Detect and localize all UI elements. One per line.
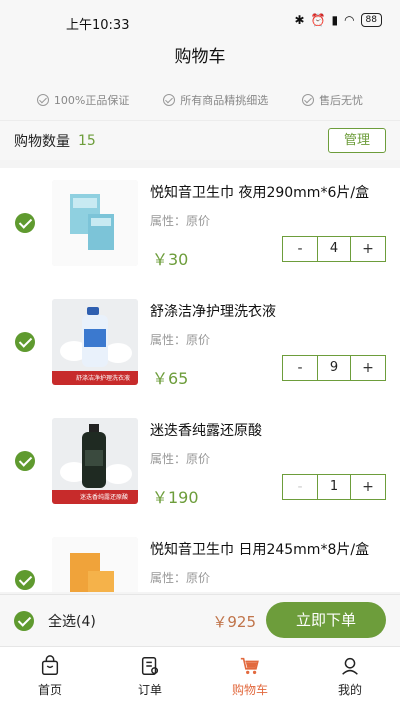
product-image[interactable]: 迷迭香纯露还原酸 — [52, 418, 138, 504]
item-price: ￥65 — [152, 369, 189, 388]
item-name: 迷迭香纯露还原酸 — [150, 423, 262, 439]
cart-item: 悦知音卫生巾 夜用290mm*6片/盒 属性：原价 ￥30 - 4 + — [0, 168, 400, 287]
cart-count-bar: 购物数量 15 管理 — [0, 120, 400, 160]
check-circle-icon — [302, 94, 315, 106]
cart-item: 舒涤洁净护理洗衣液 舒涤洁净护理洗衣液 属性：原价 ￥65 - 9 + — [0, 287, 400, 406]
item-name: 悦知音卫生巾 日用245mm*8片/盒 — [150, 542, 370, 558]
cart-icon — [240, 657, 259, 675]
guarantee-label: 所有商品精挑细选 — [180, 94, 269, 107]
item-price: ￥190 — [152, 488, 199, 507]
signal-icon: ▮ — [331, 13, 339, 27]
page-title: 购物车 — [0, 44, 400, 80]
item-checkbox[interactable] — [15, 570, 35, 590]
product-image-caption: 迷迭香纯露还原酸 — [80, 494, 129, 501]
bag-icon — [41, 655, 59, 675]
quantity-stepper: - 1 + — [282, 474, 386, 500]
guarantee-item: 所有商品精挑细选 — [163, 92, 268, 108]
product-image[interactable]: 舒涤洁净护理洗衣液 — [52, 299, 138, 385]
bluetooth-icon: ✱ — [294, 13, 305, 27]
product-image[interactable] — [52, 537, 138, 592]
increase-button[interactable]: + — [351, 237, 385, 261]
quantity-stepper: - 4 + — [282, 236, 386, 262]
item-name: 悦知音卫生巾 夜用290mm*6片/盒 — [150, 185, 370, 201]
bottom-tabbar: 首页 订单 购物车 我的 — [0, 646, 400, 711]
tab-home[interactable]: 首页 — [0, 647, 100, 711]
wifi-icon: ◠ — [344, 13, 355, 27]
order-icon — [141, 657, 159, 675]
check-circle-icon — [163, 94, 176, 106]
tab-profile[interactable]: 我的 — [300, 647, 400, 711]
select-all-checkbox[interactable] — [14, 610, 34, 631]
check-circle-icon — [36, 94, 49, 106]
quantity-stepper: - 9 + — [282, 355, 386, 381]
product-image[interactable] — [52, 180, 138, 266]
decrease-button[interactable]: - — [283, 475, 317, 499]
alarm-icon: ⏰ — [310, 13, 326, 27]
cart-item: 悦知音卫生巾 日用245mm*8片/盒 属性：原价 — [0, 525, 400, 592]
guarantee-label: 100%正品保证 — [53, 94, 130, 107]
total-price: ￥925 — [212, 613, 256, 631]
quantity-value[interactable]: 4 — [317, 237, 351, 261]
increase-button[interactable]: + — [351, 475, 385, 499]
guarantee-bar: 100%正品保证 所有商品精挑细选 售后无忧 — [0, 80, 400, 120]
item-checkbox[interactable] — [15, 332, 35, 352]
quantity-value[interactable]: 9 — [317, 356, 351, 380]
tab-label: 购物车 — [231, 683, 268, 697]
battery-icon: 88 — [360, 13, 382, 27]
guarantee-item: 售后无忧 — [302, 92, 363, 108]
cart-count-value: 15 — [78, 132, 96, 149]
item-checkbox[interactable] — [15, 451, 35, 471]
cart-list: 悦知音卫生巾 夜用290mm*6片/盒 属性：原价 ￥30 - 4 + 舒涤洁净… — [0, 168, 400, 592]
item-attribute: 属性：原价 — [150, 214, 211, 228]
guarantee-label: 售后无忧 — [319, 94, 364, 107]
item-price: ￥30 — [152, 250, 189, 269]
item-checkbox[interactable] — [15, 213, 35, 233]
cart-item: 迷迭香纯露还原酸 迷迭香纯露还原酸 属性：原价 ￥190 - 1 + — [0, 406, 400, 525]
guarantee-item: 100%正品保证 — [36, 92, 130, 108]
item-attribute: 属性：原价 — [150, 571, 211, 585]
tab-label: 我的 — [337, 683, 362, 697]
status-bar: 上午10:33 ✱ ⏰ ▮ ◠ 88 — [0, 0, 400, 44]
quantity-value[interactable]: 1 — [317, 475, 351, 499]
decrease-button[interactable]: - — [283, 237, 317, 261]
product-image-caption: 舒涤洁净护理洗衣液 — [76, 375, 131, 382]
item-attribute: 属性：原价 — [150, 452, 211, 466]
manage-button[interactable]: 管理 — [328, 128, 386, 153]
status-time: 上午10:33 — [66, 18, 130, 33]
checkout-bar: 全选(4) ￥925 立即下单 — [0, 594, 400, 646]
cart-count-label: 购物数量 — [14, 133, 70, 150]
increase-button[interactable]: + — [351, 356, 385, 380]
tab-cart[interactable]: 购物车 — [200, 647, 300, 711]
user-icon — [342, 657, 358, 675]
tab-label: 首页 — [37, 683, 62, 697]
decrease-button[interactable]: - — [283, 356, 317, 380]
item-name: 舒涤洁净护理洗衣液 — [150, 304, 276, 320]
tab-label: 订单 — [137, 683, 162, 697]
tab-orders[interactable]: 订单 — [100, 647, 200, 711]
status-icons: ✱ ⏰ ▮ ◠ 88 — [294, 13, 382, 27]
place-order-button[interactable]: 立即下单 — [266, 602, 386, 638]
item-attribute: 属性：原价 — [150, 333, 211, 347]
select-all-label[interactable]: 全选(4) — [48, 611, 96, 631]
